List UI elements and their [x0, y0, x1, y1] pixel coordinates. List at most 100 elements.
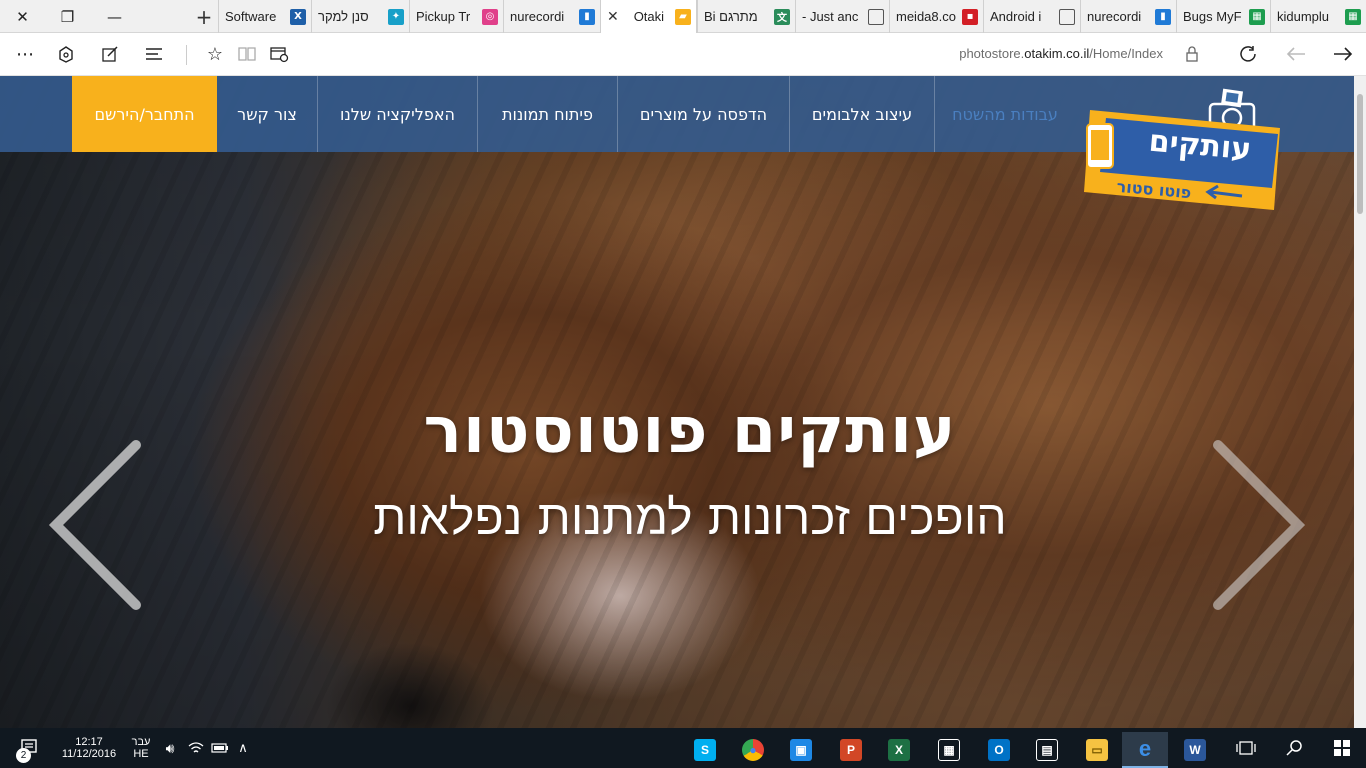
- tab-title: Software: [225, 9, 277, 24]
- wifi-icon[interactable]: [184, 728, 208, 768]
- reading-view-icon[interactable]: [234, 41, 260, 67]
- app-glyph: ▣: [790, 739, 812, 761]
- url-path: /Home/Index: [1089, 46, 1163, 61]
- edge-icon[interactable]: e: [1122, 732, 1168, 768]
- browser-tab[interactable]: - Just anc: [795, 0, 889, 33]
- app-glyph: X: [888, 739, 910, 761]
- url-domain: otakim.co.il: [1024, 46, 1090, 61]
- new-tab-icon[interactable]: +: [190, 0, 218, 33]
- x-icon: X: [290, 8, 306, 25]
- tab-title: kidumplu: [1277, 9, 1330, 24]
- otakim-icon: ▰: [674, 8, 691, 25]
- nav-contact[interactable]: צור קשר: [217, 76, 318, 152]
- tab-title: סנן למקר: [318, 9, 369, 24]
- close-window-icon[interactable]: ✕: [0, 0, 45, 33]
- show-hidden-icons-icon[interactable]: ∧: [232, 728, 254, 768]
- site-logo[interactable]: עותקים פוטו סטור: [1082, 88, 1282, 218]
- carousel-prev-icon[interactable]: [46, 440, 146, 610]
- restore-window-icon[interactable]: ❐: [45, 0, 90, 33]
- tab-title: nurecordi: [510, 9, 565, 24]
- sheets-icon: ▦: [1345, 8, 1361, 25]
- browser-tab[interactable]: meida8.co ▪: [889, 0, 983, 33]
- battery-icon[interactable]: [208, 728, 232, 768]
- explorer-icon[interactable]: ▭: [1074, 732, 1120, 768]
- app-glyph: S: [694, 739, 716, 761]
- tab-title: Pickup Tr: [416, 9, 471, 24]
- web-note-icon[interactable]: [97, 41, 123, 67]
- outlook-icon[interactable]: O: [976, 732, 1022, 768]
- tab-close-icon[interactable]: ✕: [607, 8, 619, 25]
- hero-subtitle: הופכים זכרונות למתנות נפלאות: [373, 490, 1007, 546]
- nav-field-work[interactable]: עבודות מהשטח: [935, 76, 1075, 152]
- lang-code: HE: [133, 748, 149, 760]
- app-glyph: ▭: [1086, 739, 1108, 761]
- tab-title: meida8.co: [896, 9, 956, 24]
- extensions-icon[interactable]: [266, 41, 292, 67]
- refresh-icon[interactable]: [1235, 41, 1261, 67]
- windows-taskbar: 2 12:17 11/12/2016 עבר HE 🔊︎ ∧ S ● ▣ P X ▦ O ▤ ▭…: [0, 728, 1366, 768]
- notification-count: 2: [16, 748, 31, 763]
- browser-tab[interactable]: Android i: [983, 0, 1080, 33]
- tab-title: nurecordi: [1087, 9, 1142, 24]
- calculator-icon[interactable]: ▦: [926, 732, 972, 768]
- person-icon: ✦: [388, 8, 404, 25]
- volume-icon[interactable]: 🔊︎: [158, 728, 182, 768]
- app-glyph: ▤: [1036, 739, 1058, 761]
- app-glyph: ▦: [938, 739, 960, 761]
- powerpoint-icon[interactable]: P: [828, 732, 874, 768]
- browser-toolbar: ⋯ ☆ photostore.otakim.co.il/Home/Index: [0, 33, 1366, 76]
- excel-icon[interactable]: X: [876, 732, 922, 768]
- trello-icon: ▮: [579, 8, 595, 25]
- url-prefix: photostore.: [959, 46, 1025, 61]
- store-icon[interactable]: ▤: [1024, 732, 1070, 768]
- forward-arrow-icon[interactable]: [1330, 41, 1356, 67]
- app-glyph: P: [840, 739, 862, 761]
- skype-icon[interactable]: S: [682, 732, 728, 768]
- browser-tab[interactable]: Software X: [218, 0, 311, 33]
- lock-icon[interactable]: [1179, 41, 1205, 67]
- lang-top: עבר: [131, 736, 151, 748]
- scrollbar-thumb[interactable]: [1357, 94, 1363, 214]
- browser-tab[interactable]: nurecordi ▮: [1080, 0, 1176, 33]
- language-indicator[interactable]: עבר HE: [126, 728, 156, 768]
- app-glyph: ●: [742, 739, 764, 761]
- nav-album-design[interactable]: עיצוב אלבומים: [790, 76, 935, 152]
- back-arrow-icon[interactable]: [1283, 41, 1309, 67]
- page-scrollbar[interactable]: [1354, 76, 1366, 728]
- chrome-icon[interactable]: ●: [730, 732, 776, 768]
- task-view-icon[interactable]: [1226, 728, 1266, 768]
- remote-icon[interactable]: ▣: [778, 732, 824, 768]
- share-icon[interactable]: [53, 41, 79, 67]
- clock[interactable]: 12:17 11/12/2016: [52, 728, 126, 768]
- nav-photo-printing[interactable]: פיתוח תמונות: [478, 76, 618, 152]
- word-icon[interactable]: W: [1172, 732, 1218, 768]
- meida-icon: ▪: [962, 8, 978, 25]
- pickup-icon: ◎: [482, 8, 498, 25]
- minimize-window-icon[interactable]: —: [92, 0, 137, 33]
- address-bar[interactable]: photostore.otakim.co.il/Home/Index: [959, 46, 1163, 61]
- hub-icon[interactable]: [141, 41, 167, 67]
- tab-title: Bi מתרגם: [704, 9, 758, 24]
- clock-date: 11/12/2016: [61, 748, 117, 760]
- web-page: התחבר/הירשם צור קשר האפליקציה שלנו פיתוח…: [0, 76, 1354, 728]
- nav-login-register[interactable]: התחבר/הירשם: [72, 76, 217, 152]
- app-glyph: O: [988, 739, 1010, 761]
- browser-tab[interactable]: Bugs MyF ▦: [1176, 0, 1270, 33]
- tab-strip: ✕ ❐ — + Software X סנן למקר ✦ Pickup Tr ◎ nure…: [0, 0, 1366, 33]
- page-icon: [868, 8, 884, 25]
- browser-tab[interactable]: סנן למקר ✦: [311, 0, 409, 33]
- favorite-star-icon[interactable]: ☆: [202, 41, 228, 67]
- browser-tab[interactable]: Pickup Tr ◎: [409, 0, 503, 33]
- nav-our-app[interactable]: האפליקציה שלנו: [318, 76, 478, 152]
- tab-title: Otaki: [633, 9, 665, 24]
- browser-tab[interactable]: Bi מתרגם 文: [697, 0, 795, 33]
- browser-tab[interactable]: ✕ Otaki ▰: [600, 0, 697, 33]
- browser-tab[interactable]: kidumplu ▦: [1270, 0, 1366, 33]
- search-icon[interactable]: [1274, 728, 1314, 768]
- carousel-next-icon[interactable]: [1208, 440, 1308, 610]
- more-icon[interactable]: ⋯: [12, 41, 38, 67]
- action-center-icon[interactable]: 2: [10, 728, 46, 768]
- nav-product-printing[interactable]: הדפסה על מוצרים: [618, 76, 790, 152]
- start-button-icon[interactable]: [1320, 728, 1364, 768]
- browser-tab[interactable]: nurecordi ▮: [503, 0, 600, 33]
